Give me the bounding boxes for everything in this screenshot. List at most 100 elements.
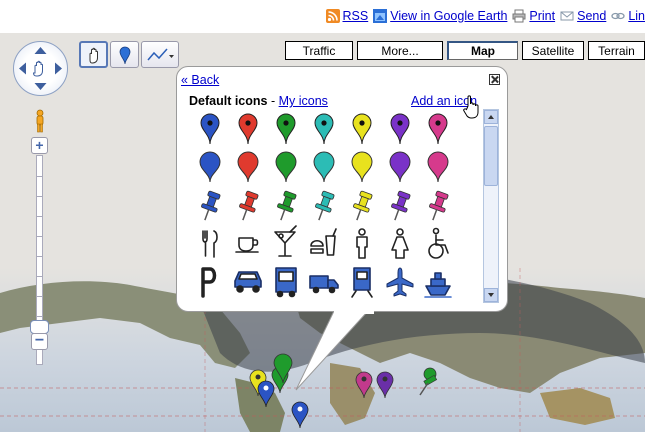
rss-link-item[interactable]: RSS (325, 9, 369, 23)
icon-grid (192, 111, 482, 301)
pink-pin-icon-option[interactable] (427, 151, 449, 183)
scroll-thumb[interactable] (484, 126, 498, 186)
drawing-toolbar (79, 41, 179, 68)
map-type-bar: Traffic More... Map Satellite Terrain (285, 41, 645, 60)
google-earth-link[interactable]: View in Google Earth (390, 9, 507, 23)
icon-picker-bubble: « Back Default icons - My icons Add an i… (176, 66, 508, 314)
terrain-button[interactable]: Terrain (588, 41, 645, 60)
rss-link[interactable]: RSS (343, 9, 369, 23)
purple-dot-pin-icon-option[interactable] (390, 113, 410, 145)
bar-icon-icon-option[interactable] (274, 225, 297, 257)
link-link-item[interactable]: Lin (611, 9, 645, 23)
zoom-out-button[interactable]: − (31, 333, 48, 350)
hand-tool-button[interactable] (79, 41, 108, 68)
teal-pin-icon-option[interactable] (313, 151, 335, 183)
woman-icon-icon-option[interactable] (391, 228, 409, 259)
blue-pushpin-icon-option[interactable] (197, 190, 222, 223)
bubble-tail-cover (334, 310, 374, 314)
printer-icon (512, 9, 526, 23)
traffic-button[interactable]: Traffic (285, 41, 353, 60)
pink-pushpin-icon-option[interactable] (425, 190, 450, 223)
zoom-tick (36, 256, 43, 257)
google-earth-icon (373, 9, 388, 23)
map-marker-pink-pin[interactable] (355, 371, 373, 399)
satellite-button[interactable]: Satellite (522, 41, 584, 60)
blue-dot-pin-icon-option[interactable] (200, 113, 220, 145)
red-pushpin-icon-option[interactable] (235, 190, 260, 223)
more-button[interactable]: More... (357, 41, 443, 60)
parking-icon-icon-option[interactable] (201, 267, 217, 298)
top-link-bar: RSS View in Google Earth Print Send Lin (0, 0, 645, 33)
coffee-icon-icon-option[interactable] (235, 237, 259, 253)
map-marker-green-pushpin[interactable] (419, 367, 438, 396)
print-link[interactable]: Print (529, 9, 555, 23)
pan-control (13, 41, 68, 96)
car-icon-icon-option[interactable] (234, 271, 262, 293)
yellow-pin-icon-option[interactable] (351, 151, 373, 183)
close-icon[interactable] (489, 74, 500, 85)
link-link[interactable]: Lin (628, 9, 645, 23)
teal-pushpin-icon-option[interactable] (311, 190, 336, 223)
red-pin-icon-option[interactable] (237, 151, 259, 183)
fast-food-icon-icon-option[interactable] (310, 228, 337, 256)
green-pin-icon-option[interactable] (275, 151, 297, 183)
restaurant-icon-icon-option[interactable] (202, 230, 218, 258)
blue-pin-icon-option[interactable] (199, 151, 221, 183)
wheelchair-icon-icon-option[interactable] (428, 227, 449, 259)
ship-icon-icon-option[interactable] (424, 272, 452, 298)
zoom-tick (36, 176, 43, 177)
zoom-in-button[interactable]: + (31, 137, 48, 154)
scroll-up-button[interactable] (484, 110, 498, 124)
pan-left-arrow[interactable] (19, 62, 26, 75)
pink-dot-pin-icon-option[interactable] (428, 113, 448, 145)
map-marker-blue-pin-2[interactable] (291, 401, 309, 429)
zoom-tick (36, 296, 43, 297)
scroll-down-button[interactable] (484, 288, 498, 302)
send-link[interactable]: Send (577, 9, 606, 23)
heading-separator: - (267, 94, 279, 108)
purple-pin-icon-option[interactable] (389, 151, 411, 183)
placemark-tool-button[interactable] (110, 41, 139, 68)
green-dot-pin-icon-option[interactable] (276, 113, 296, 145)
placemark-tool-icon (119, 46, 130, 64)
icon-grid-svg (197, 113, 452, 298)
my-icons-link[interactable]: My icons (279, 94, 328, 108)
pegman-icon[interactable] (34, 109, 46, 133)
pan-center-hand-icon[interactable] (32, 60, 43, 77)
purple-pushpin-icon-option[interactable] (387, 190, 412, 223)
zoom-tick (36, 276, 43, 277)
scroll-down-arrow-icon (488, 293, 494, 297)
scroll-up-arrow-icon (488, 115, 494, 119)
pan-right-arrow[interactable] (55, 62, 62, 75)
yellow-pushpin-icon-option[interactable] (349, 190, 374, 223)
icon-picker-heading: Default icons - My icons (189, 94, 328, 108)
polyline-tool-button[interactable] (141, 41, 179, 68)
zoom-tick (36, 236, 43, 237)
airplane-icon-icon-option[interactable] (386, 267, 414, 297)
hand-tool-icon (89, 47, 98, 63)
zoom-tick (36, 196, 43, 197)
map-marker-blue-pin[interactable] (257, 380, 275, 408)
print-link-item[interactable]: Print (512, 9, 555, 23)
red-dot-pin-icon-option[interactable] (238, 113, 258, 145)
man-icon-icon-option[interactable] (356, 228, 368, 259)
green-pushpin-icon-option[interactable] (273, 190, 298, 223)
back-link[interactable]: « Back (181, 73, 219, 87)
pan-up-arrow[interactable] (34, 47, 47, 54)
google-earth-link-item[interactable]: View in Google Earth (373, 9, 507, 23)
train-icon-icon-option[interactable] (351, 267, 373, 298)
icon-grid-scrollbar[interactable] (483, 109, 499, 303)
rss-icon (325, 9, 340, 23)
map-marker-purple-pin[interactable] (376, 371, 394, 399)
yellow-dot-pin-icon-option[interactable] (352, 113, 372, 145)
top-links: RSS View in Google Earth Print Send Lin (325, 9, 645, 23)
add-an-icon-link[interactable]: Add an icon (411, 94, 477, 108)
zoom-tick (36, 316, 43, 317)
teal-dot-pin-icon-option[interactable] (314, 113, 334, 145)
pan-down-arrow[interactable] (34, 83, 47, 90)
envelope-icon (560, 11, 574, 21)
map-button[interactable]: Map (447, 41, 518, 60)
bus-icon-icon-option[interactable] (275, 267, 297, 298)
send-link-item[interactable]: Send (560, 9, 606, 23)
truck-icon-icon-option[interactable] (309, 275, 339, 294)
